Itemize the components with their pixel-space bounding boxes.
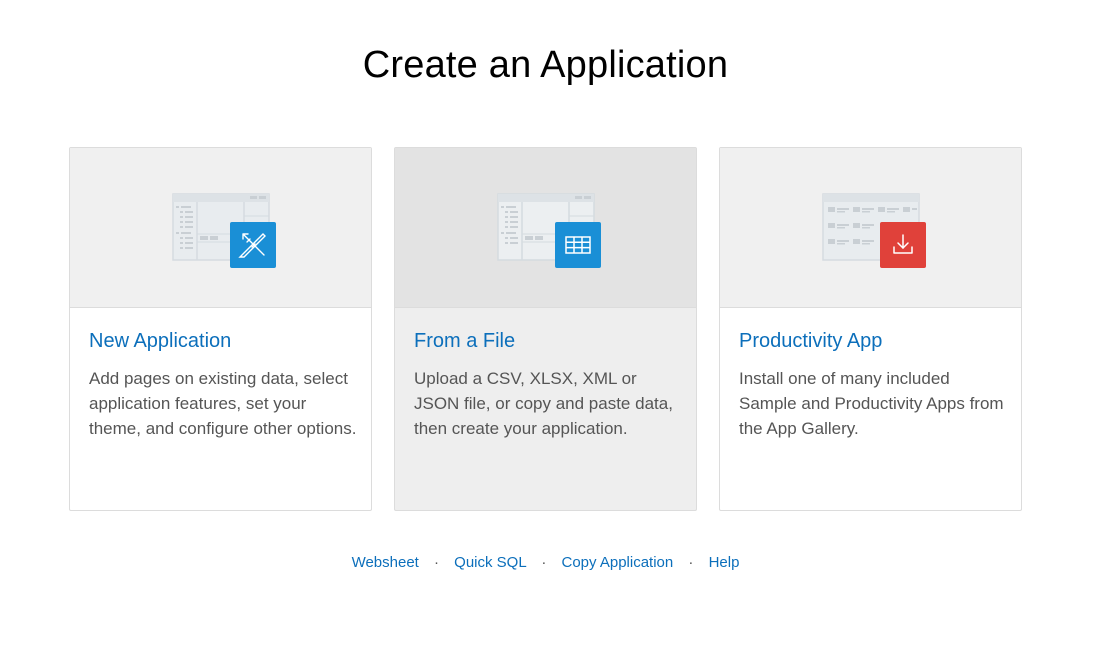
link-separator: · <box>541 554 547 571</box>
card-description: Upload a CSV, XLSX, XML or JSON file, or… <box>414 369 673 438</box>
card-description: Install one of many included Sample and … <box>739 369 1004 438</box>
app-gallery-illustration-icon <box>822 193 926 268</box>
file-upload-illustration-icon <box>497 193 601 268</box>
card-from-a-file[interactable]: From a File Upload a CSV, XLSX, XML or J… <box>394 147 697 511</box>
page-title: Create an Application <box>362 44 729 86</box>
app-builder-illustration-icon <box>172 193 276 268</box>
help-link[interactable]: Help <box>709 554 740 571</box>
footer-links: Websheet · Quick SQL · Copy Application … <box>0 554 1091 571</box>
card-illustration <box>70 148 371 308</box>
card-productivity-app[interactable]: Productivity App Install one of many inc… <box>719 147 1022 511</box>
copy-application-link[interactable]: Copy Application <box>561 554 673 571</box>
card-illustration <box>395 148 696 308</box>
quick-sql-link[interactable]: Quick SQL <box>454 554 526 571</box>
card-illustration <box>720 148 1021 308</box>
card-title[interactable]: From a File <box>414 330 515 353</box>
card-new-application[interactable]: New Application Add pages on existing da… <box>69 147 372 511</box>
card-title[interactable]: Productivity App <box>739 330 882 353</box>
card-description: Add pages on existing data, select appli… <box>89 369 357 438</box>
websheet-link[interactable]: Websheet <box>352 554 419 571</box>
link-separator: · <box>434 554 439 571</box>
link-separator: · <box>688 554 694 571</box>
card-title[interactable]: New Application <box>89 330 231 353</box>
